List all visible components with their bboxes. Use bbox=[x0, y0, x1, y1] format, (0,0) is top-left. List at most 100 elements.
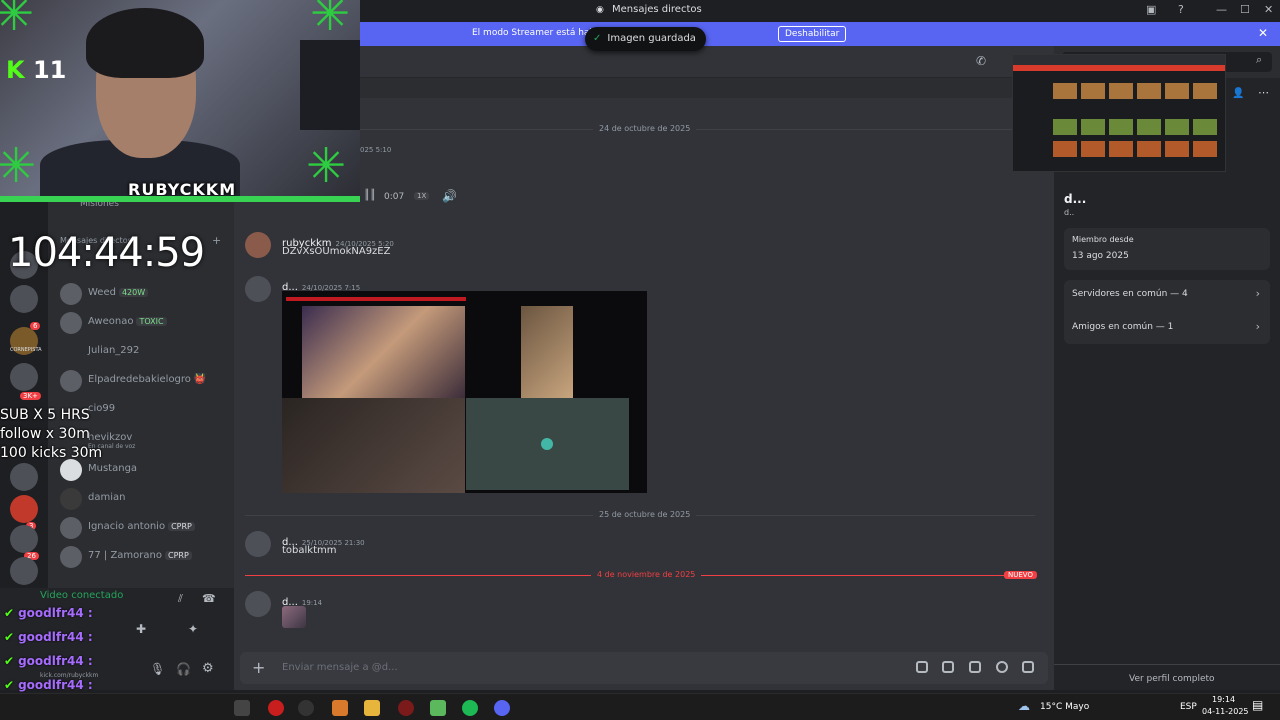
help-icon[interactable]: ? bbox=[1178, 3, 1184, 16]
server-icon[interactable] bbox=[10, 285, 38, 313]
new-badge: NUEVO bbox=[1004, 571, 1037, 579]
close-button[interactable]: ✕ bbox=[1264, 3, 1273, 16]
avatar bbox=[60, 283, 82, 305]
profile-name: d... bbox=[1064, 192, 1087, 206]
apps-icon[interactable] bbox=[1022, 661, 1034, 673]
avatar[interactable] bbox=[245, 591, 271, 617]
image-attachment[interactable] bbox=[282, 291, 647, 493]
chevron-right-icon: › bbox=[1255, 287, 1260, 300]
dm-tag: TOXIC bbox=[136, 317, 167, 326]
app-icon[interactable] bbox=[332, 700, 348, 716]
settings-gear-icon[interactable]: ⚙ bbox=[202, 661, 214, 676]
mutual-servers-link[interactable]: Servidores en común — 4 bbox=[1072, 289, 1188, 299]
inbox-icon[interactable]: ▣ bbox=[1146, 3, 1156, 16]
dm-item[interactable]: Weed 420W bbox=[56, 281, 228, 307]
gift-icon[interactable] bbox=[916, 661, 928, 673]
dm-item[interactable]: Elpadredebakielogro 👹 bbox=[56, 368, 228, 394]
dm-tag: CPRP bbox=[168, 522, 195, 531]
app-icon[interactable] bbox=[398, 700, 414, 716]
weather-text[interactable]: 15°C Mayo bbox=[1040, 702, 1089, 712]
minimize-button[interactable]: — bbox=[1216, 3, 1227, 16]
emoji-icon[interactable] bbox=[996, 661, 1008, 673]
opera-icon[interactable] bbox=[268, 700, 284, 716]
phone-icon[interactable]: ✆ bbox=[976, 54, 986, 68]
obs-icon[interactable] bbox=[298, 700, 314, 716]
disconnect-icon[interactable]: ☎ bbox=[202, 592, 216, 605]
view-full-profile-link[interactable]: Ver perfil completo bbox=[1129, 674, 1215, 684]
avatar[interactable] bbox=[245, 276, 271, 302]
headphones-icon[interactable]: 🎧 bbox=[176, 662, 191, 676]
partial-timestamp: 025 5:10 bbox=[360, 146, 392, 154]
activities-icon[interactable]: ✚ bbox=[136, 622, 146, 636]
notification-icon[interactable]: ▤ bbox=[1252, 698, 1263, 712]
dm-item[interactable]: 77 | Zamorano CPRP bbox=[56, 544, 228, 570]
add-attachment-button[interactable]: + bbox=[252, 658, 265, 677]
check-icon: ✔ bbox=[4, 606, 15, 620]
app-icon[interactable] bbox=[430, 700, 446, 716]
chat-user: goodlfr44 bbox=[18, 654, 84, 668]
spotify-icon[interactable] bbox=[462, 700, 478, 716]
clock-time[interactable]: 19:14 bbox=[1212, 695, 1235, 704]
leaf-icon: ✳ bbox=[310, 0, 351, 42]
weather-icon[interactable]: ☁ bbox=[1018, 699, 1030, 713]
thumb-row bbox=[1053, 141, 1221, 157]
volume-icon[interactable]: 🔊 bbox=[442, 189, 457, 203]
clock-date[interactable]: 04-11-2025 bbox=[1202, 707, 1249, 716]
search-icon[interactable]: ⌕ bbox=[1256, 53, 1262, 67]
avatar[interactable] bbox=[245, 531, 271, 557]
message-composer[interactable]: + Enviar mensaje a @d... bbox=[240, 652, 1048, 684]
streamer-mode-banner: El modo Streamer está habil o se han tru… bbox=[360, 22, 1280, 46]
image-attachment[interactable] bbox=[282, 606, 306, 628]
chevron-right-icon: › bbox=[1255, 320, 1260, 333]
playback-speed-button[interactable]: 1X bbox=[414, 192, 430, 200]
thumb-row bbox=[1053, 83, 1221, 99]
dm-item[interactable]: damian bbox=[56, 486, 228, 512]
globe-icon bbox=[541, 438, 553, 450]
noise-suppression-icon[interactable]: ⫽ bbox=[178, 592, 183, 606]
stream-chat-line: ✔goodlfr44 : bbox=[4, 678, 93, 692]
check-icon: ✔ bbox=[4, 654, 15, 668]
taskbar: ☁ 15°C Mayo ESP 19:14 04-11-2025 ▤ bbox=[0, 693, 1280, 720]
avatar bbox=[60, 546, 82, 568]
check-icon: ✓ bbox=[593, 33, 602, 44]
server-badge: 3K+ bbox=[20, 383, 41, 402]
dm-tag: CPRP bbox=[164, 551, 192, 560]
dm-item[interactable]: Julian_292 bbox=[56, 339, 228, 365]
task-view-icon[interactable] bbox=[234, 700, 250, 716]
dm-item[interactable]: Aweonao TOXIC bbox=[56, 310, 228, 336]
member-since-date: 13 ago 2025 bbox=[1072, 251, 1129, 261]
voice-status: Video conectado bbox=[40, 590, 124, 601]
member-since-label: Miembro desde bbox=[1072, 235, 1134, 244]
screenshot-thumbnail[interactable] bbox=[1012, 54, 1226, 172]
kick-viewer-count: 11 bbox=[32, 56, 67, 84]
sticker-icon[interactable] bbox=[969, 661, 981, 673]
avatar[interactable] bbox=[245, 232, 271, 258]
window-title: Mensajes directos bbox=[612, 4, 702, 15]
server-label: CORNEPISTA bbox=[10, 347, 42, 353]
image-bar bbox=[286, 297, 466, 301]
server-icon[interactable] bbox=[10, 557, 38, 585]
maximize-button[interactable]: ☐ bbox=[1240, 3, 1250, 16]
more-options-icon[interactable]: ⋯ bbox=[1258, 86, 1269, 99]
server-icon[interactable] bbox=[10, 463, 38, 491]
close-icon[interactable]: ✕ bbox=[1258, 26, 1268, 40]
avatar bbox=[60, 370, 82, 392]
add-friend-icon[interactable]: 👤 bbox=[1232, 88, 1244, 99]
leaf-icon: ✳ bbox=[0, 0, 35, 42]
discord-icon[interactable] bbox=[494, 700, 510, 716]
thumb-row bbox=[1053, 119, 1221, 135]
disable-streamer-mode-button[interactable]: Deshabilitar bbox=[778, 26, 847, 42]
thumb-header bbox=[1013, 65, 1225, 71]
microphone-icon[interactable]: 🎙 bbox=[150, 662, 165, 676]
subathon-goals: SUB X 5 HRS follow x 30m 100 kicks 30m bbox=[0, 407, 103, 461]
soundboard-icon[interactable]: ✦ bbox=[188, 622, 198, 636]
mutual-friends-link[interactable]: Amigos en común — 1 bbox=[1072, 322, 1173, 332]
create-dm-button[interactable]: + bbox=[212, 234, 221, 247]
dm-name: Weed bbox=[88, 287, 116, 298]
file-explorer-icon[interactable] bbox=[364, 700, 380, 716]
gif-icon[interactable] bbox=[942, 661, 954, 673]
dm-tag: 420W bbox=[118, 288, 149, 297]
audio-player[interactable]: ║║ 0:07 1X 🔊 bbox=[360, 186, 460, 208]
dm-item[interactable]: Ignacio antonio CPRP bbox=[56, 515, 228, 541]
language-indicator[interactable]: ESP bbox=[1180, 702, 1197, 712]
